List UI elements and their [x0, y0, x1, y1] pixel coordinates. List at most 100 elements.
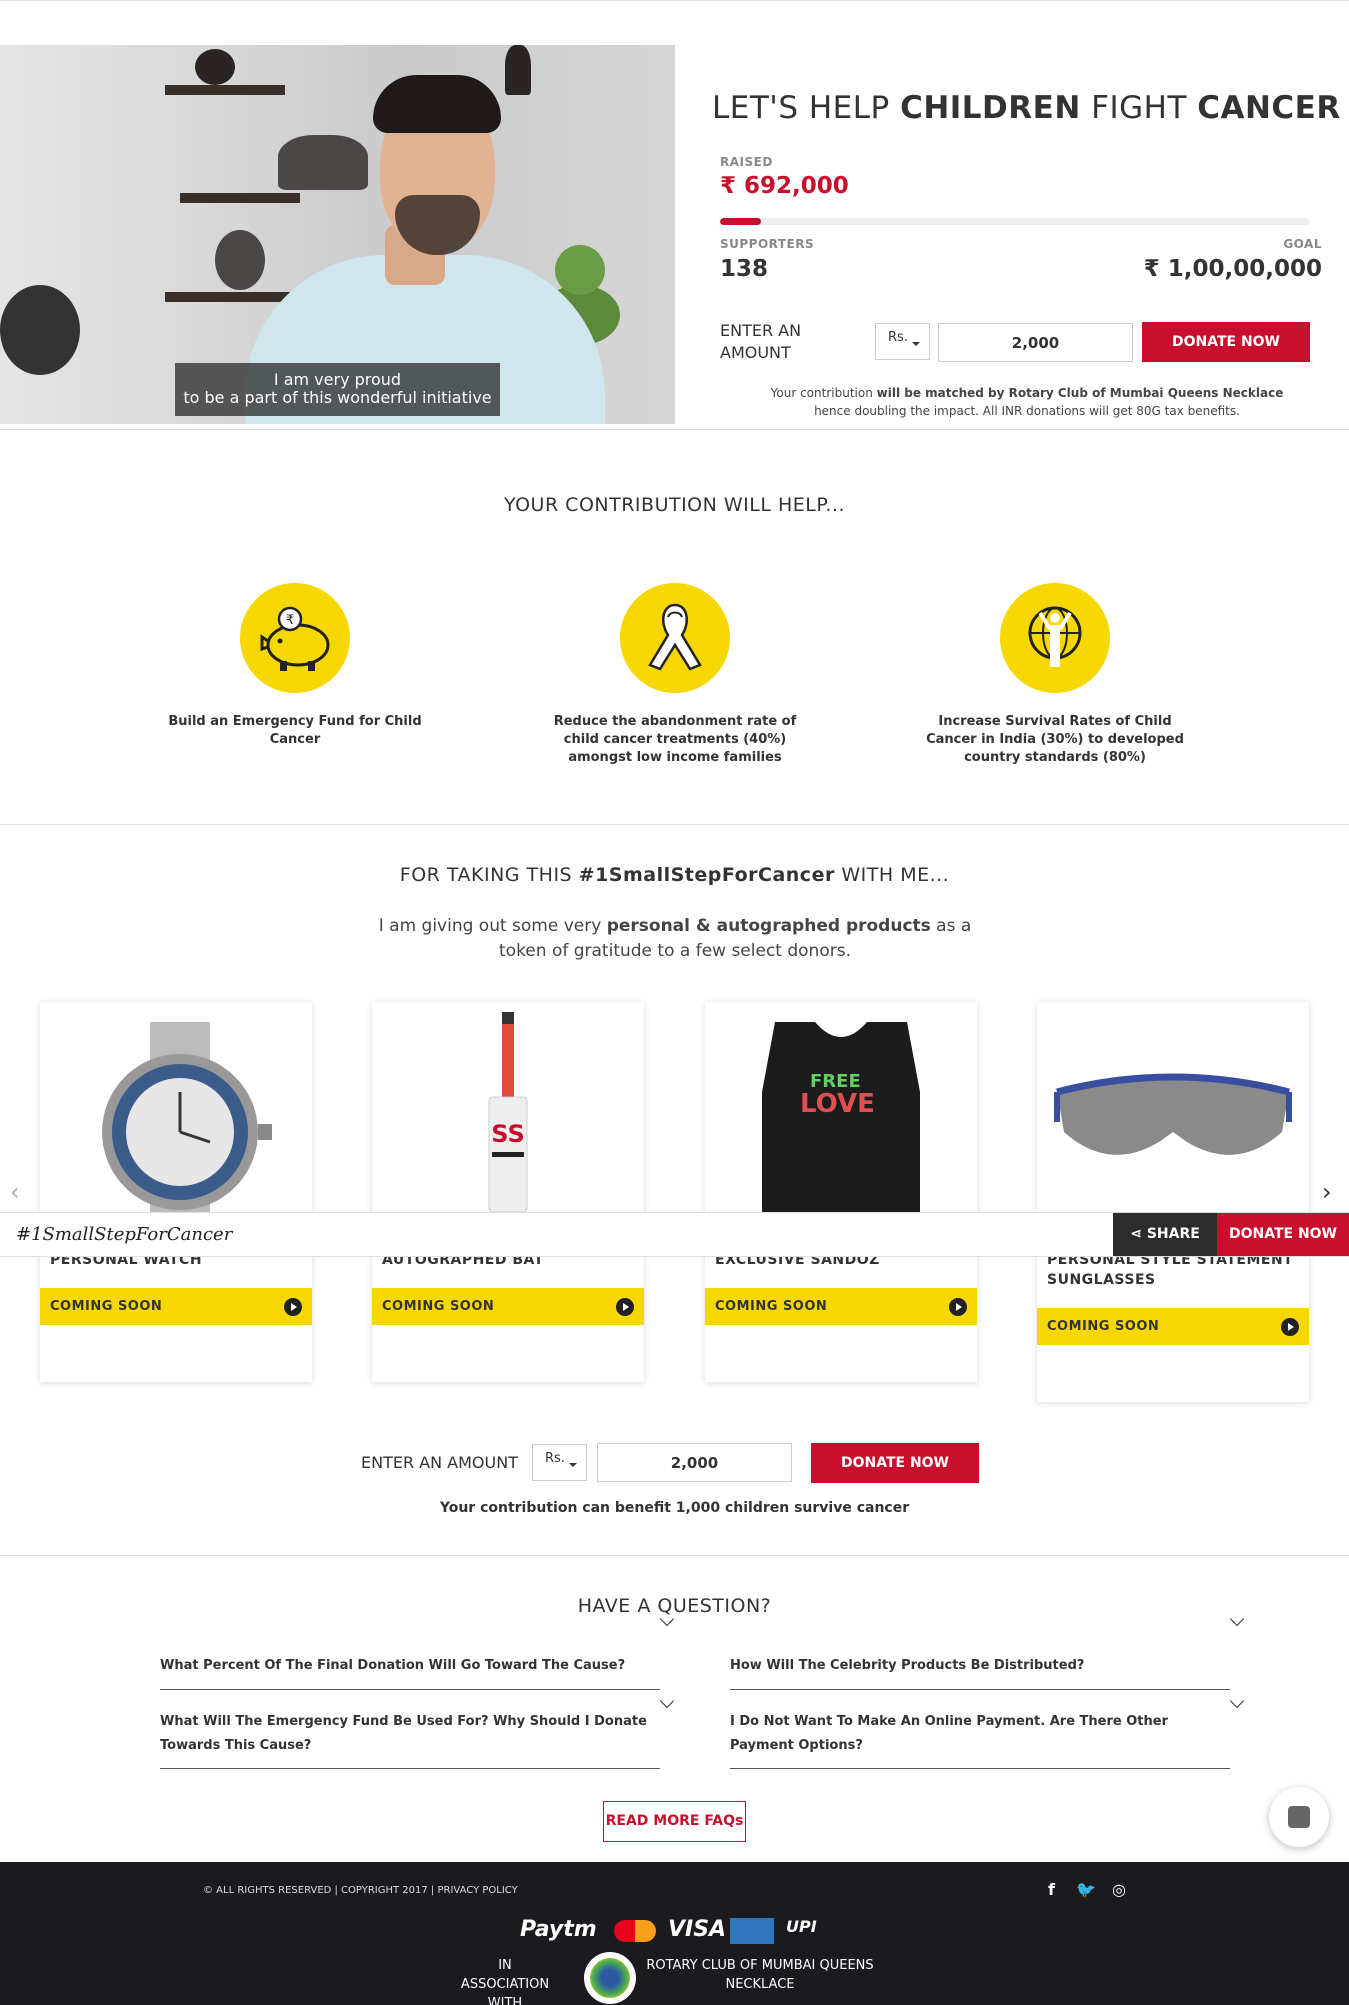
play-icon: [1281, 1318, 1299, 1336]
currency-select[interactable]: Rs.: [532, 1444, 587, 1481]
video-sculpture: [215, 230, 265, 290]
supporters-count: 138: [720, 256, 769, 282]
chat-widget-icon[interactable]: [1269, 1787, 1329, 1847]
coming-soon-label: COMING SOON: [1047, 1319, 1160, 1334]
help-item-text: Build an Emergency Fund for Child Cancer: [168, 714, 422, 747]
currency-select[interactable]: Rs.: [875, 323, 930, 360]
svg-text:SS: SS: [491, 1120, 525, 1148]
chevron-down-icon: [569, 1463, 577, 1467]
enter-amount-label: ENTER AN AMOUNT: [720, 321, 802, 362]
chevron-down-icon[interactable]: [659, 1693, 675, 1709]
coming-soon-badge[interactable]: COMING SOON: [372, 1288, 644, 1325]
rotary-club-logo: [584, 1952, 636, 2004]
amount-input[interactable]: [597, 1443, 792, 1482]
read-more-faqs-button[interactable]: READ MORE FAQs: [603, 1801, 746, 1842]
help-item-text: Increase Survival Rates of Child Cancer …: [926, 714, 1184, 765]
share-button[interactable]: ⋖ SHARE: [1113, 1213, 1217, 1256]
play-icon: [284, 1298, 302, 1316]
product-image-bat: SS: [372, 1002, 644, 1212]
paytm-logo: Paytm: [520, 1917, 597, 1942]
title-part: LET'S HELP: [712, 90, 901, 126]
chevron-down-icon[interactable]: [1229, 1693, 1245, 1709]
product-card[interactable]: PERSONAL STYLE STATEMENT SUNGLASSES COMI…: [1037, 1002, 1309, 1402]
note-text: Your contribution: [770, 386, 877, 400]
copyright-text: © ALL RIGHTS RESERVED | COPYRIGHT 2017 |…: [203, 1885, 518, 1896]
coming-soon-badge[interactable]: COMING SOON: [40, 1288, 312, 1325]
note-text: hence doubling the impact. All INR donat…: [814, 404, 1240, 418]
faq-item[interactable]: What Percent Of The Final Donation Will …: [160, 1654, 660, 1690]
products-intro: I am giving out some very personal & aut…: [360, 914, 990, 964]
benefit-text: Your contribution can benefit 1,000 chil…: [439, 1500, 910, 1516]
coming-soon-label: COMING SOON: [382, 1299, 495, 1314]
help-section-title: YOUR CONTRIBUTION WILL HELP...: [504, 494, 845, 516]
goal-amount: ₹ 1,00,00,000: [1143, 256, 1322, 282]
hero-section: I am very proud to be a part of this won…: [0, 45, 1349, 425]
twitter-icon[interactable]: 🐦: [1076, 1880, 1096, 1899]
coming-soon-label: COMING SOON: [715, 1299, 828, 1314]
faq-item[interactable]: How Will The Celebrity Products Be Distr…: [730, 1654, 1230, 1690]
help-item: Increase Survival Rates of Child Cancer …: [925, 583, 1185, 767]
products-title-text: WITH ME...: [834, 864, 950, 886]
currency-value: Rs.: [888, 330, 908, 345]
video-plant: [555, 245, 605, 295]
products-title-hashtag: #1SmallStepForCancer: [578, 864, 835, 886]
carousel-next-arrow[interactable]: ›: [1322, 1178, 1332, 1206]
chevron-down-icon: [912, 342, 920, 346]
share-label: SHARE: [1146, 1226, 1200, 1242]
video-elephant: [278, 135, 368, 190]
note-bold-text: will be matched by Rotary Club of Mumbai…: [876, 386, 1284, 400]
video-vase: [195, 49, 235, 85]
share-icon: ⋖: [1130, 1226, 1147, 1242]
raised-amount: ₹ 692,000: [720, 173, 849, 199]
video-shelf: [165, 292, 290, 302]
goal-label: GOAL: [1283, 237, 1322, 251]
video-shelf: [165, 85, 285, 95]
top-border: [0, 0, 1349, 1]
amount-input[interactable]: [938, 323, 1133, 362]
globe-child-icon: [1000, 583, 1110, 693]
donate-now-button[interactable]: DONATE NOW: [811, 1443, 979, 1483]
coming-soon-badge[interactable]: COMING SOON: [1037, 1308, 1309, 1345]
mastercard-logo: [614, 1920, 656, 1942]
facebook-icon[interactable]: f: [1048, 1880, 1055, 1899]
title-part: FIGHT: [1080, 90, 1198, 126]
help-item-text: Reduce the abandonment rate of child can…: [553, 714, 797, 765]
product-image-sunglasses: [1037, 1002, 1309, 1212]
sticky-share-bar: #1SmallStepForCancer ⋖ SHARE DONATE NOW: [0, 1212, 1349, 1257]
rotary-club-name: ROTARY CLUB OF MUMBAI QUEENS NECKLACE: [646, 1958, 874, 1992]
donate-now-button[interactable]: DONATE NOW: [1217, 1213, 1349, 1256]
intro-text: I am giving out some very: [378, 916, 607, 936]
product-card[interactable]: FREE LOVE EXCLUSIVE SANDOZ COMING SOON: [705, 1002, 977, 1382]
video-caption-line2: to be a part of this wonderful initiativ…: [183, 388, 492, 407]
video-caption: I am very proud to be a part of this won…: [175, 363, 500, 416]
coming-soon-badge[interactable]: COMING SOON: [705, 1288, 977, 1325]
campaign-video[interactable]: I am very proud to be a part of this won…: [0, 45, 675, 424]
section-divider: [0, 1555, 1349, 1556]
section-divider: [0, 824, 1349, 825]
currency-value: Rs.: [545, 1451, 565, 1466]
play-icon: [949, 1298, 967, 1316]
hashtag-text: #1SmallStepForCancer: [16, 1224, 233, 1245]
svg-text:₹: ₹: [286, 613, 294, 628]
carousel-prev-arrow[interactable]: ‹: [10, 1178, 20, 1206]
product-card[interactable]: SS AUTOGRAPHED BAT COMING SOON: [372, 1002, 644, 1382]
product-image-tshirt: FREE LOVE: [705, 1002, 977, 1212]
visa-logo: VISA: [668, 1917, 727, 1942]
raised-progress-bar: [720, 218, 1310, 225]
instagram-icon[interactable]: ◎: [1112, 1880, 1126, 1899]
tshirt-text-main: LOVE: [800, 1089, 875, 1119]
products-section-title: FOR TAKING THIS #1SmallStepForCancer WIT…: [0, 864, 1349, 886]
products-title-text: FOR TAKING THIS: [399, 864, 579, 886]
video-basket: [0, 285, 80, 375]
faq-item[interactable]: What Will The Emergency Fund Be Used For…: [160, 1710, 660, 1769]
faq-section-title: HAVE A QUESTION?: [577, 1595, 772, 1617]
amex-logo: [730, 1918, 774, 1944]
intro-bold-text: personal & autographed products: [606, 916, 931, 936]
faq-item[interactable]: I Do Not Want To Make An Online Payment.…: [730, 1710, 1230, 1769]
campaign-title: LET'S HELP CHILDREN FIGHT CANCER: [712, 90, 1341, 126]
footer: © ALL RIGHTS RESERVED | COPYRIGHT 2017 |…: [0, 1862, 1349, 2005]
donate-now-button[interactable]: DONATE NOW: [1142, 322, 1310, 362]
raised-progress-fill: [720, 218, 761, 225]
product-card[interactable]: PERSONAL WATCH COMING SOON: [40, 1002, 312, 1382]
video-vase: [505, 45, 531, 95]
